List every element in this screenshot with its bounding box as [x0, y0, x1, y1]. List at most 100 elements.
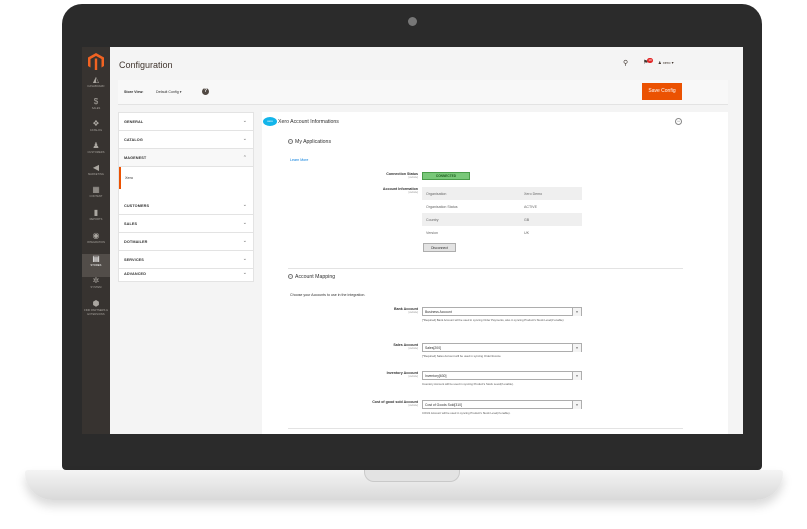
chevron-down-icon: ▾: [572, 344, 581, 352]
collapse-icon[interactable]: −: [675, 118, 682, 125]
row-value: ACTIVE: [524, 205, 537, 209]
learn-more-link[interactable]: Learn More: [290, 158, 308, 162]
sales-account-note: [*Required] Sales Account will be used i…: [422, 354, 501, 358]
select-value: Inventory[630]: [425, 374, 447, 378]
menu-item-label: CATALOG: [89, 129, 103, 132]
user-name: xero: [662, 60, 671, 65]
chevron-down-icon: ▾: [572, 308, 581, 316]
row-value: GB: [524, 218, 530, 222]
table-row: Organisation Xero Demo: [422, 187, 582, 200]
config-tabs: GENERAL ⌄ CATALOG ⌄ MAGENEST ⌃ Xero CUST…: [118, 112, 254, 282]
chevron-down-icon: ▾: [572, 401, 581, 409]
select-value: Cost of Goods Sold[310]: [425, 403, 462, 407]
tab-dotmailer[interactable]: DOTMAILER ⌄: [119, 233, 253, 251]
collapse-icon: −: [288, 274, 293, 280]
magento-logo-icon[interactable]: [88, 53, 104, 70]
store-view-bar: Store View: Default Config ▾ ? Save Conf…: [118, 80, 728, 105]
scope-text: [website]: [408, 347, 418, 350]
tab-advanced[interactable]: ADVANCED ⌄: [119, 265, 253, 283]
dollar-icon: $: [93, 97, 99, 106]
bank-account-note: [*Required] Bank Account will be used in…: [422, 318, 564, 322]
tab-label: CUSTOMERS: [124, 204, 150, 208]
dashboard-icon: ◭: [92, 75, 100, 84]
box-icon: ❖: [92, 119, 100, 128]
account-mapping-note: Choose your Accounts to use in the integ…: [290, 293, 366, 297]
scope-text: [website]: [408, 176, 418, 179]
menu-item-marketing[interactable]: ◀ MARKETING: [82, 163, 110, 186]
tab-sales[interactable]: SALES ⌄: [119, 215, 253, 233]
menu-item-dashboard[interactable]: ◭ DASHBOARD: [82, 75, 110, 98]
search-icon[interactable]: ⚲: [623, 59, 628, 67]
connection-status-label: Connection Status [website]: [318, 172, 418, 179]
menu-item-label: SALES: [91, 107, 101, 110]
sales-account-select[interactable]: Sales[200] ▾: [422, 343, 582, 352]
megaphone-icon: ◀: [92, 163, 100, 172]
collapse-icon: −: [288, 139, 293, 145]
tab-item-xero[interactable]: Xero: [119, 167, 253, 189]
account-mapping-header[interactable]: − Account Mapping: [288, 274, 335, 280]
tab-customers[interactable]: CUSTOMERS ⌄: [119, 197, 253, 215]
cogs-account-label: Cost of good sold Account [website]: [318, 400, 418, 407]
row-key: Version: [426, 231, 438, 235]
tab-label: MAGENEST: [124, 156, 147, 160]
menu-item-sales[interactable]: $ SALES: [82, 97, 110, 120]
row-value: UK: [524, 231, 529, 235]
store-view-label: Store View:: [124, 90, 144, 94]
tab-catalog[interactable]: CATALOG ⌄: [119, 131, 253, 149]
menu-item-label: CONTENT: [89, 195, 103, 198]
layout-icon: ▦: [92, 185, 100, 194]
account-info-table: Organisation Xero Demo Organisation Stat…: [422, 187, 582, 239]
disconnect-button[interactable]: Disconnect: [423, 243, 456, 252]
notification-count-badge: 10: [647, 58, 653, 63]
menu-item-system[interactable]: ✲ SYSTEM: [82, 276, 110, 299]
menu-item-label: INTEGRATION: [86, 241, 106, 244]
cogs-account-note: COGS Account will be used in syncing Pro…: [422, 411, 511, 415]
menu-item-label: MARKETING: [88, 173, 104, 176]
chevron-down-icon: ⌄: [242, 270, 247, 276]
chevron-down-icon: ⌄: [242, 256, 247, 262]
tab-label: SERVICES: [124, 258, 144, 262]
bank-account-select[interactable]: Business Account ▾: [422, 307, 582, 316]
chevron-down-icon: ▾: [179, 90, 182, 94]
store-view-value: Default Config: [156, 90, 179, 94]
laptop-notch: [364, 470, 460, 482]
user-account-menu[interactable]: ♟ xero ▾: [658, 60, 674, 65]
store-icon: ▤: [92, 254, 100, 263]
menu-item-content[interactable]: ▦ CONTENT: [82, 185, 110, 208]
menu-item-integration[interactable]: ◉ INTEGRATION: [82, 231, 110, 254]
save-config-button[interactable]: Save Config: [642, 83, 682, 100]
table-row: Version UK: [422, 226, 582, 239]
menu-item-label: CUSTOMERS: [87, 151, 105, 154]
scope-text: [website]: [408, 191, 418, 194]
chevron-up-icon: ⌃: [242, 155, 247, 161]
tab-magenest[interactable]: MAGENEST ⌃: [119, 149, 253, 167]
chevron-down-icon: ⌄: [242, 118, 247, 124]
menu-item-stores[interactable]: ▤ STORES: [82, 254, 110, 277]
chevron-down-icon: ▾: [572, 372, 581, 380]
account-mapping-title: Account Mapping: [295, 274, 336, 280]
tab-label: GENERAL: [124, 120, 144, 124]
tab-label: ADVANCED: [124, 272, 147, 276]
admin-screen: ◭ DASHBOARD $ SALES ❖ CATALOG ♟ CUSTOMERS ◀ MARKE…: [82, 47, 743, 434]
menu-item-customers[interactable]: ♟ CUSTOMERS: [82, 141, 110, 164]
menu-item-reports[interactable]: ▮ REPORTS: [82, 208, 110, 231]
divider: [288, 428, 683, 429]
camera-icon: [408, 17, 417, 26]
menu-item-catalog[interactable]: ❖ CATALOG: [82, 119, 110, 142]
menu-item-label: DASHBOARD: [87, 85, 105, 88]
tab-general[interactable]: GENERAL ⌄: [119, 113, 253, 131]
sales-account-label: Sales Account [website]: [318, 343, 418, 350]
cogs-account-select[interactable]: Cost of Goods Sold[310] ▾: [422, 400, 582, 409]
chevron-down-icon: ▾: [671, 60, 674, 65]
table-row: Organisation Status ACTIVE: [422, 200, 582, 213]
section-title[interactable]: Xero Account Informations: [278, 119, 339, 125]
laptop-mockup: ◭ DASHBOARD $ SALES ❖ CATALOG ♟ CUSTOMERS ◀ MARKE…: [0, 0, 807, 529]
menu-item-find-partners-extensions[interactable]: ⬢ FIND PARTNERS & EXTENSIONS: [82, 299, 110, 322]
menu-item-label: SYSTEM: [90, 286, 102, 289]
my-applications-header[interactable]: − My Applications: [288, 139, 331, 145]
help-icon[interactable]: ?: [202, 88, 209, 95]
inventory-account-select[interactable]: Inventory[630] ▾: [422, 371, 582, 380]
store-view-switcher[interactable]: Default Config ▾: [156, 90, 182, 94]
scope-text: [website]: [408, 404, 418, 407]
account-information-label: Account Information [website]: [318, 187, 418, 194]
